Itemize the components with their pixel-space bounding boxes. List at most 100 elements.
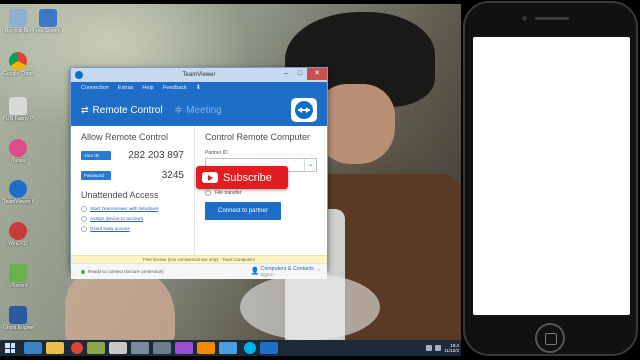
tray-network-icon[interactable] xyxy=(426,345,433,351)
link-grant-easy-access-label: Grant easy access xyxy=(90,226,130,232)
your-id-label: Your ID xyxy=(81,151,111,160)
taskbar-premiere-icon[interactable] xyxy=(175,342,193,354)
link-assign-device[interactable]: Assign device to account xyxy=(81,216,184,222)
phone-speaker xyxy=(535,17,569,20)
link-assign-device-label: Assign device to account xyxy=(90,216,144,222)
photo-app-icon xyxy=(9,97,27,115)
tab-meeting[interactable]: ✲ Meeting xyxy=(175,105,222,116)
chevron-up-icon: ⌃ xyxy=(316,268,321,275)
utorrent-icon xyxy=(9,264,27,282)
recycle-bin-icon xyxy=(9,9,27,27)
desktop-icon-utorrent[interactable]: uTorrent xyxy=(3,264,33,289)
desktop-icon-ghost-engine[interactable]: Ghost Engine xyxy=(3,306,33,331)
control-remote-panel: Control Remote Computer Partner ID ⌄ Fil… xyxy=(195,126,327,255)
file-transfer-label: File transfer xyxy=(215,190,242,196)
start-button[interactable] xyxy=(0,340,20,356)
link-start-with-windows[interactable]: Start TeamViewer with Windows xyxy=(81,206,184,212)
status-bar: Ready to connect (secure connection) 👤 C… xyxy=(71,263,327,279)
menu-feedback[interactable]: Feedback xyxy=(163,85,187,91)
contacts-icon: 👤 xyxy=(250,268,260,275)
subscribe-label: Subscribe xyxy=(223,171,272,184)
taskbar: 18:4 11/12/2 xyxy=(0,340,462,356)
status-circle-icon xyxy=(81,206,87,212)
password-row: Password 3245 xyxy=(81,170,184,181)
meeting-icon: ✲ xyxy=(174,104,183,115)
desktop-icon-teamviewer[interactable]: TeamViewer 8 xyxy=(3,180,33,205)
teamviewer-logo-icon xyxy=(291,98,317,122)
phone-screen xyxy=(473,37,630,315)
menu-bar: Connection Extras Help Feedback ⬇ xyxy=(71,82,327,94)
menu-connection[interactable]: Connection xyxy=(81,85,109,91)
window-titlebar[interactable]: TeamViewer – □ ✕ xyxy=(71,68,327,82)
connect-to-partner-button[interactable]: Connect to partner xyxy=(205,202,281,220)
taskbar-app10-icon[interactable] xyxy=(219,342,237,354)
phone-camera-icon xyxy=(522,16,527,21)
password-label: Password xyxy=(81,171,111,180)
desktop-icon-label: Free Screen Recorder xyxy=(33,28,63,34)
desktop-icon-windvd[interactable]: WinDVD xyxy=(3,222,33,247)
taskbar-folder-icon[interactable] xyxy=(46,342,64,354)
unattended-heading: Unattended Access xyxy=(81,190,159,200)
allow-remote-panel: Allow Remote Control Your ID 282 203 897… xyxy=(71,126,195,255)
desktop-icon-recycle-bin[interactable]: Recycle Bin xyxy=(3,9,33,34)
taskbar-app6-icon[interactable] xyxy=(131,342,149,354)
allow-remote-heading: Allow Remote Control xyxy=(81,132,169,142)
download-icon[interactable]: ⬇ xyxy=(196,85,202,92)
taskbar-explorer-icon[interactable] xyxy=(24,342,42,354)
dvd-icon xyxy=(9,222,27,240)
radio-circle-icon xyxy=(205,190,211,196)
desktop-icon-google-chrome[interactable]: Google Chrome xyxy=(3,52,33,77)
status-circle-icon xyxy=(81,226,87,232)
taskbar-app5-icon[interactable] xyxy=(109,342,127,354)
tab-remote-control[interactable]: ⇄ Remote Control xyxy=(81,105,163,116)
clock-date: 11/12/2 xyxy=(444,348,459,353)
chevron-down-icon[interactable]: ⌄ xyxy=(304,159,316,171)
letterbox-bottom xyxy=(0,356,640,360)
desktop-icon-label: Recycle Bin xyxy=(4,28,32,34)
desktop-icon-label: Google Chrome xyxy=(3,71,33,77)
subscribe-button[interactable]: Subscribe xyxy=(196,166,288,189)
tab-meeting-label: Meeting xyxy=(186,104,222,116)
phone-body xyxy=(463,1,638,356)
ghost-engine-icon xyxy=(9,306,27,324)
password-value[interactable]: 3245 xyxy=(162,170,184,181)
status-text: Ready to connect (secure connection) xyxy=(88,269,164,274)
teamviewer-icon xyxy=(9,180,27,198)
wallpaper-smoke xyxy=(240,274,380,340)
taskbar-clock[interactable]: 18:4 11/12/2 xyxy=(444,343,459,353)
tray-volume-icon[interactable] xyxy=(435,345,442,351)
phone-home-button[interactable] xyxy=(535,323,565,353)
desktop-icon-free-screen-recorder[interactable]: Free Screen Recorder xyxy=(33,9,63,34)
screen-recorder-icon xyxy=(39,9,57,27)
taskbar-app4-icon[interactable] xyxy=(87,342,105,354)
ready-status-dot-icon xyxy=(81,269,85,274)
mode-tabs: ⇄ Remote Control ✲ Meeting xyxy=(71,94,327,126)
taskbar-chrome-icon[interactable] xyxy=(71,342,83,354)
your-id-value[interactable]: 282 203 897 xyxy=(128,150,184,161)
desktop-icon-label: Ghost Engine xyxy=(3,325,33,331)
taskbar-teamviewer-icon[interactable] xyxy=(260,342,278,354)
menu-extras[interactable]: Extras xyxy=(118,85,134,91)
window-title: TeamViewer xyxy=(182,72,216,78)
desktop-icon-label: uTorrent xyxy=(8,283,28,289)
desktop-icon-funny-photo[interactable]: FUN Funny Photo xyxy=(3,97,33,122)
tab-remote-control-label: Remote Control xyxy=(92,104,163,116)
desktop-icon-label: FUN Funny Photo xyxy=(3,116,33,122)
menu-help[interactable]: Help xyxy=(142,85,153,91)
itunes-icon xyxy=(9,139,27,157)
link-grant-easy-access[interactable]: Grant easy access xyxy=(81,226,184,232)
link-start-with-windows-label: Start TeamViewer with Windows xyxy=(90,206,159,212)
partner-id-label: Partner ID xyxy=(205,150,228,156)
desktop-icon-label: TeamViewer 8 xyxy=(3,199,33,205)
taskbar-app7-icon[interactable] xyxy=(153,342,171,354)
sign-in-label: Sign in xyxy=(260,272,274,277)
desktop-icon-itunes[interactable]: iTunes xyxy=(3,139,33,164)
phone-frame xyxy=(461,1,640,356)
computers-contacts-button[interactable]: 👤 Computers & Contacts Sign in ⌃ xyxy=(251,266,328,277)
swap-arrows-icon: ⇄ xyxy=(81,104,89,115)
taskbar-skype-icon[interactable] xyxy=(244,342,256,354)
status-circle-icon xyxy=(81,216,87,222)
radio-file-transfer[interactable]: File transfer xyxy=(205,190,317,196)
taskbar-vlc-icon[interactable] xyxy=(197,342,215,354)
chrome-icon xyxy=(9,52,27,70)
